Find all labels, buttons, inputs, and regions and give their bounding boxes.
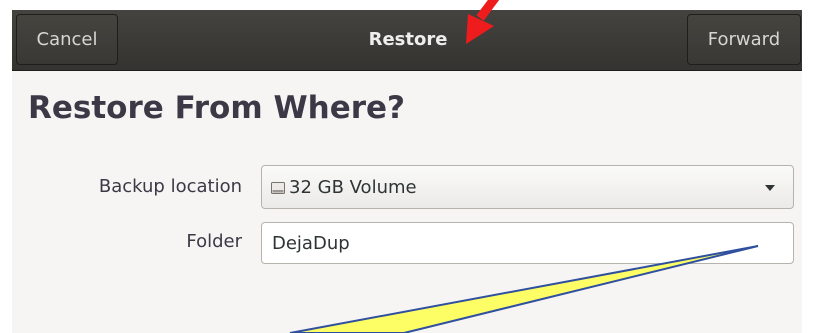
page-title: Restore From Where? [28, 90, 406, 126]
backup-location-label: Backup location [98, 176, 242, 197]
backup-location-value: 32 GB Volume [289, 177, 417, 198]
folder-input[interactable] [261, 222, 794, 264]
headerbar: Cancel Restore Forward [12, 10, 802, 71]
drive-icon [271, 182, 285, 194]
folder-label: Folder [186, 231, 242, 252]
backup-location-dropdown[interactable]: 32 GB Volume [261, 165, 794, 209]
cancel-button[interactable]: Cancel [16, 14, 118, 65]
forward-button[interactable]: Forward [687, 14, 801, 65]
chevron-down-icon [765, 185, 775, 191]
window-title: Restore [368, 29, 448, 50]
restore-window: Cancel Restore Forward Restore From Wher… [12, 10, 802, 333]
